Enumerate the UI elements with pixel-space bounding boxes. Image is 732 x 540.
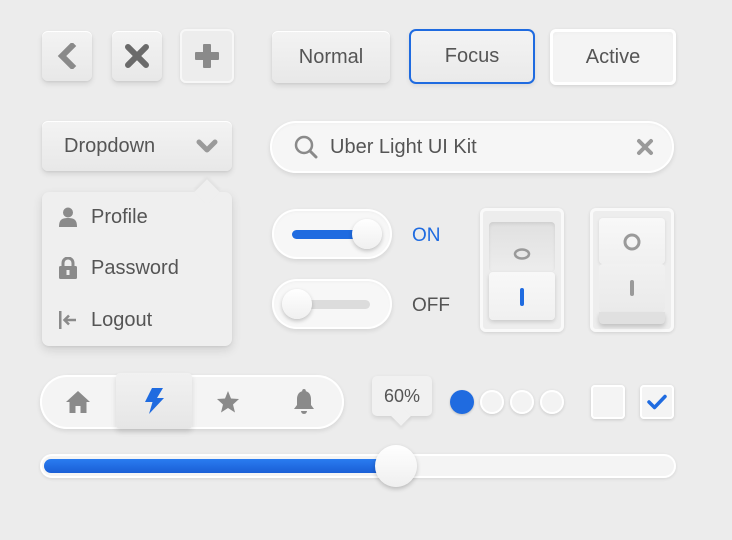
slider-fill <box>44 459 396 473</box>
toggle-knob[interactable] <box>282 289 312 319</box>
menu-item-label: Logout <box>91 308 153 331</box>
normal-button-label: Normal <box>298 45 364 68</box>
active-button[interactable]: Active <box>550 29 676 85</box>
lock-icon <box>59 257 77 279</box>
back-button[interactable] <box>42 31 92 81</box>
dropdown-menu: Profile Password Logout <box>42 179 232 346</box>
search-bar <box>270 121 674 173</box>
menu-item-label: Profile <box>91 205 148 228</box>
toggle-off[interactable] <box>272 279 392 329</box>
user-icon <box>59 207 77 227</box>
dropdown-label: Dropdown <box>64 134 156 157</box>
toggle-on[interactable] <box>272 209 392 259</box>
close-icon <box>125 44 149 68</box>
menu-item-profile[interactable]: Profile <box>58 202 148 232</box>
bell-icon <box>294 389 314 414</box>
chevron-left-icon <box>57 43 77 69</box>
rocker-switch-on[interactable] <box>480 208 564 332</box>
pagination-dot[interactable] <box>540 390 564 414</box>
normal-button[interactable]: Normal <box>272 31 390 83</box>
rocker-bottom-edge <box>599 312 665 324</box>
tab-star[interactable] <box>190 375 266 429</box>
logout-icon <box>59 311 76 329</box>
chevron-down-icon <box>196 139 218 153</box>
rocker-switch-off[interactable] <box>590 208 674 332</box>
close-button[interactable] <box>112 31 162 81</box>
on-indicator-icon <box>520 288 524 306</box>
progress-tooltip: 60% <box>372 376 432 416</box>
lightning-icon <box>145 388 164 414</box>
slider-knob[interactable] <box>375 445 417 487</box>
tab-home[interactable] <box>40 375 116 429</box>
off-indicator-icon <box>623 233 641 251</box>
checkbox-unchecked[interactable] <box>591 385 625 419</box>
clear-search-icon[interactable] <box>636 138 654 156</box>
rocker-top <box>489 222 555 272</box>
focus-button-label: Focus <box>444 45 500 67</box>
pagination-dot[interactable] <box>510 390 534 414</box>
menu-item-password[interactable]: Password <box>58 253 179 283</box>
tab-bell[interactable] <box>266 375 342 429</box>
checkmark-icon <box>647 394 667 410</box>
toggle-off-label: OFF <box>412 295 450 316</box>
on-indicator-icon <box>630 280 634 296</box>
dropdown-menu-caret <box>194 179 220 205</box>
tab-lightning[interactable] <box>116 373 192 429</box>
focus-button[interactable]: Focus <box>409 29 535 84</box>
plus-icon <box>195 44 219 68</box>
off-indicator-icon <box>513 248 531 260</box>
menu-item-label: Password <box>91 256 179 279</box>
toggle-knob[interactable] <box>352 219 382 249</box>
tab-bar <box>40 373 344 429</box>
progress-value: 60% <box>383 385 421 406</box>
progress-slider[interactable] <box>40 454 676 478</box>
search-icon <box>294 135 318 159</box>
pagination-dot-active[interactable] <box>450 390 474 414</box>
pagination-dot[interactable] <box>480 390 504 414</box>
checkbox-checked[interactable] <box>640 385 674 419</box>
search-input[interactable] <box>330 131 620 163</box>
active-button-label: Active <box>585 45 641 68</box>
add-button[interactable] <box>180 29 234 83</box>
toggle-on-label: ON <box>412 225 441 246</box>
home-icon <box>66 391 90 413</box>
menu-item-logout[interactable]: Logout <box>58 305 152 335</box>
star-icon <box>217 391 239 413</box>
dropdown[interactable]: Dropdown <box>42 121 232 171</box>
